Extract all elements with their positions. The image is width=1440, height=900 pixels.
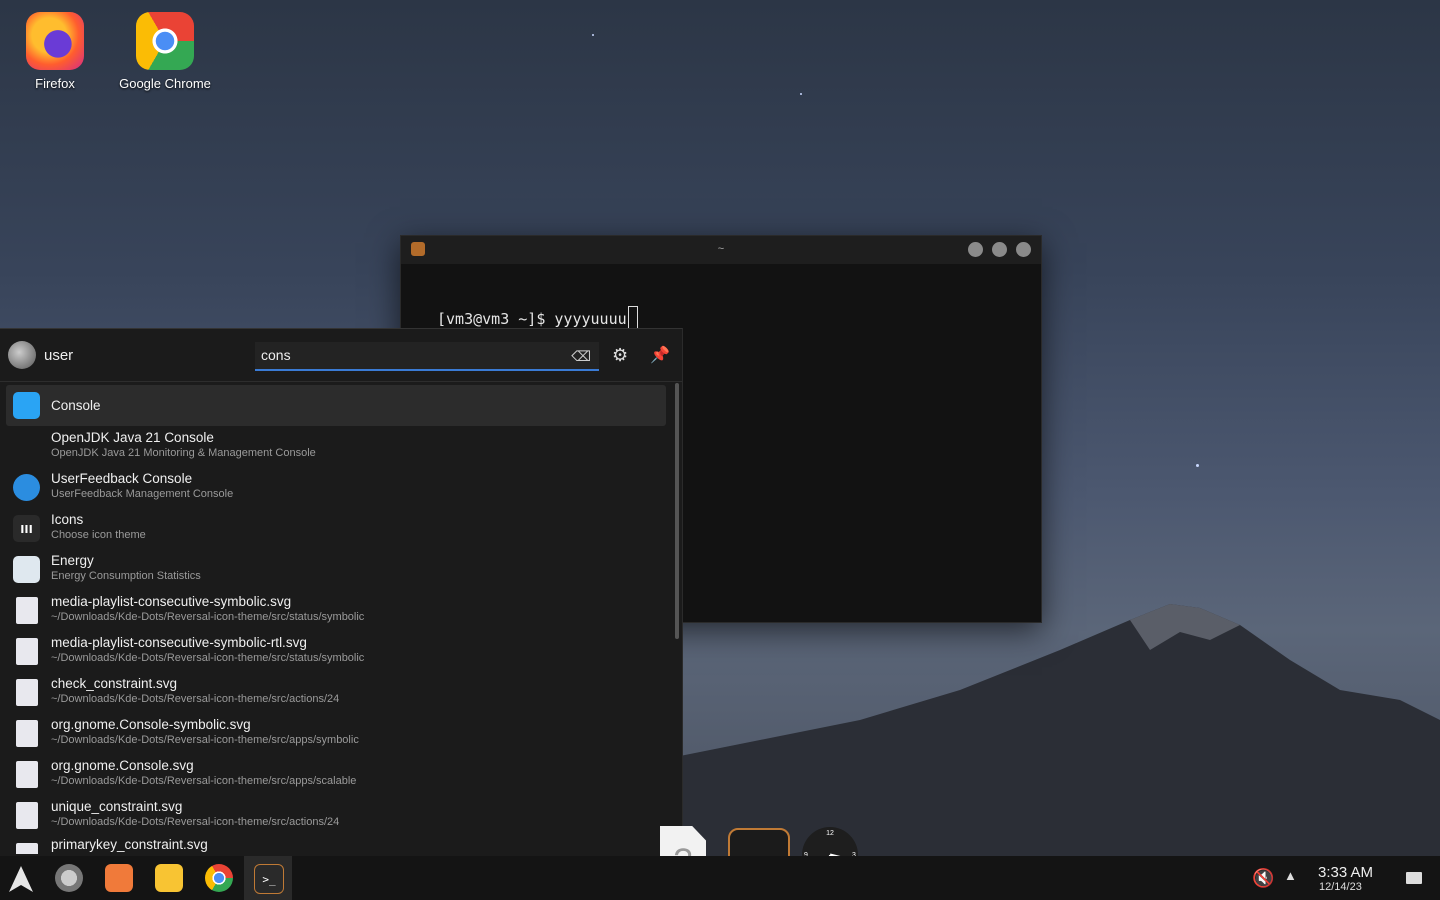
result-title: Icons (51, 512, 84, 527)
show-desktop-icon[interactable] (1406, 872, 1422, 884)
desktop-icon-chrome[interactable]: Google Chrome (110, 12, 220, 91)
result-item[interactable]: OpenJDK Java 21 Console OpenJDK Java 21 … (6, 426, 666, 467)
terminal-app-icon (411, 242, 425, 256)
desktop-icon-label: Google Chrome (119, 76, 211, 91)
settings-icon[interactable] (55, 864, 83, 892)
result-item[interactable]: org.gnome.Console-symbolic.svg ~/Downloa… (6, 713, 666, 754)
result-title: unique_constraint.svg (51, 799, 183, 814)
chrome-icon[interactable] (205, 864, 233, 892)
search-input[interactable] (261, 347, 561, 363)
result-item[interactable]: UserFeedback Console UserFeedback Manage… (6, 467, 666, 508)
clock-numeral: 12 (826, 830, 834, 837)
clock-time[interactable]: 3:33 AM (1318, 864, 1373, 881)
desktop-icon-firefox[interactable]: Firefox (0, 12, 110, 91)
console-app-icon (13, 392, 40, 419)
svg-file-icon (16, 720, 38, 747)
result-title: org.gnome.Console-symbolic.svg (51, 717, 251, 732)
chevron-up-icon[interactable]: ▲ (1284, 868, 1297, 883)
result-subtitle: ~/Downloads/Kde-Dots/Reversal-icon-theme… (51, 652, 365, 664)
energy-icon (13, 556, 40, 583)
clear-search-icon[interactable]: ⌫ (571, 348, 591, 365)
terminal-input: yyyyuuuu (554, 310, 627, 328)
result-title: check_constraint.svg (51, 676, 178, 691)
avatar[interactable] (8, 341, 36, 369)
minimize-button[interactable] (968, 242, 983, 257)
terminal-titlebar[interactable]: ~ (401, 236, 1041, 264)
result-subtitle: ~/Downloads/Kde-Dots/Reversal-icon-theme… (51, 734, 359, 746)
result-item[interactable]: Console (6, 385, 666, 426)
result-title: UserFeedback Console (51, 471, 193, 486)
result-item[interactable]: media-playlist-consecutive-symbolic-rtl.… (6, 631, 666, 672)
result-subtitle: ~/Downloads/Kde-Dots/Reversal-icon-theme… (51, 611, 365, 623)
application-launcher[interactable]: user ⌫ ⚙ 📌 Console OpenJDK Java 21 Conso… (0, 328, 683, 857)
result-item[interactable]: ııı Icons Choose icon theme (6, 508, 666, 549)
result-item[interactable]: unique_constraint.svg ~/Downloads/Kde-Do… (6, 795, 666, 836)
desktop-icon-label: Firefox (35, 76, 75, 91)
svg-file-icon (16, 843, 38, 854)
result-title: OpenJDK Java 21 Console (51, 430, 214, 445)
result-item[interactable]: Energy Energy Consumption Statistics (6, 549, 666, 590)
taskbar: >_ 🔇 ▲ 3:33 AM 12/14/23 (0, 856, 1440, 900)
terminal-title: ~ (717, 243, 725, 255)
result-title: Console (51, 398, 101, 413)
firefox-icon (26, 12, 84, 70)
terminal-icon: >_ (254, 864, 284, 894)
username: user (44, 347, 74, 364)
svg-file-icon (16, 597, 38, 624)
result-subtitle: Choose icon theme (51, 529, 146, 541)
svg-file-icon (16, 802, 38, 829)
files-icon[interactable] (155, 864, 183, 892)
result-item[interactable]: check_constraint.svg ~/Downloads/Kde-Dot… (6, 672, 666, 713)
userfeedback-icon (13, 474, 40, 501)
icons-settings-icon: ııı (13, 515, 40, 542)
search-results: Console OpenJDK Java 21 Console OpenJDK … (6, 385, 666, 854)
result-title: media-playlist-consecutive-symbolic-rtl.… (51, 635, 307, 650)
result-item[interactable]: primarykey_constraint.svg (6, 836, 666, 854)
result-subtitle: ~/Downloads/Kde-Dots/Reversal-icon-theme… (51, 816, 340, 828)
maximize-button[interactable] (992, 242, 1007, 257)
result-subtitle: ~/Downloads/Kde-Dots/Reversal-icon-theme… (51, 693, 340, 705)
muted-speaker-icon[interactable]: 🔇 (1252, 868, 1274, 889)
chrome-icon (136, 12, 194, 70)
result-title: org.gnome.Console.svg (51, 758, 194, 773)
close-button[interactable] (1016, 242, 1031, 257)
arch-launcher-icon[interactable] (6, 864, 36, 894)
terminal-prompt: [vm3@vm3 ~]$ (437, 310, 555, 328)
result-item[interactable]: org.gnome.Console.svg ~/Downloads/Kde-Do… (6, 754, 666, 795)
result-title: primarykey_constraint.svg (51, 837, 208, 852)
clock-date[interactable]: 12/14/23 (1319, 881, 1362, 893)
store-icon[interactable] (105, 864, 133, 892)
results-scrollbar[interactable] (675, 383, 679, 639)
result-item[interactable]: media-playlist-consecutive-symbolic.svg … (6, 590, 666, 631)
search-box[interactable]: ⌫ (255, 342, 599, 371)
terminal-content[interactable]: [vm3@vm3 ~]$ yyyyuuuu (401, 264, 1041, 330)
gear-icon[interactable]: ⚙ (612, 345, 628, 366)
result-subtitle: UserFeedback Management Console (51, 488, 234, 500)
pin-icon[interactable]: 📌 (650, 345, 670, 365)
launcher-header: user ⌫ ⚙ 📌 (0, 329, 682, 382)
svg-file-icon (16, 638, 38, 665)
result-subtitle: ~/Downloads/Kde-Dots/Reversal-icon-theme… (51, 775, 357, 787)
svg-file-icon (16, 761, 38, 788)
result-title: Energy (51, 553, 94, 568)
svg-file-icon (16, 679, 38, 706)
result-subtitle: Energy Consumption Statistics (51, 570, 201, 582)
terminal-cursor (627, 306, 638, 330)
result-subtitle: OpenJDK Java 21 Monitoring & Management … (51, 447, 316, 459)
result-title: media-playlist-consecutive-symbolic.svg (51, 594, 292, 609)
